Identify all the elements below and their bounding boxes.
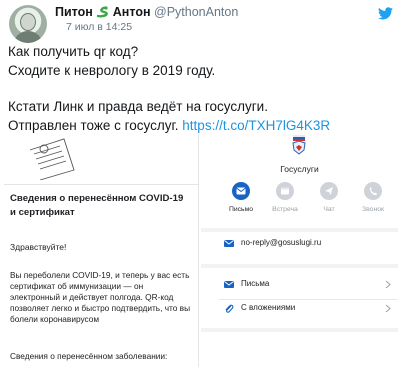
tweet-line-1: Как получить qr код? bbox=[8, 44, 139, 59]
action-meeting-button[interactable]: Встреча bbox=[265, 182, 305, 213]
section-separator bbox=[201, 228, 398, 232]
mail-app-pane: Госуслуги Письмо Встреча Чат Звонок no-r… bbox=[201, 134, 398, 367]
author-handle[interactable]: @PythonAnton bbox=[154, 5, 238, 19]
action-chat-button[interactable]: Чат bbox=[309, 182, 349, 213]
author-name[interactable]: Питон bbox=[55, 5, 93, 19]
email-address[interactable]: no-reply@gosuslugi.ru bbox=[241, 238, 321, 247]
section-separator bbox=[201, 328, 398, 332]
avatar-face bbox=[20, 13, 36, 31]
author-name-2[interactable]: Антон bbox=[113, 5, 151, 19]
calendar-icon bbox=[276, 182, 294, 200]
email-content-pane: Сведения о перенесённом COVID-19 и серти… bbox=[4, 134, 199, 367]
tweet-line-4-text: Отправлен тоже с госуслуг. bbox=[8, 117, 179, 133]
envelope-icon bbox=[232, 182, 250, 200]
action-chat-label: Чат bbox=[323, 206, 335, 213]
chat-icon bbox=[320, 182, 338, 200]
tweet-author-row: Питон Антон @PythonAnton bbox=[55, 5, 238, 19]
chevron-right-icon bbox=[385, 304, 391, 313]
gosuslugi-logo-icon bbox=[292, 141, 306, 155]
action-call-button[interactable]: Звонок bbox=[353, 182, 393, 213]
email-greeting: Здравствуйте! bbox=[10, 242, 67, 252]
email-footer: Сведения о перенесённом заболевании: bbox=[10, 351, 168, 361]
twitter-bird-icon[interactable] bbox=[378, 7, 393, 20]
tweet-line-2: Сходите к неврологу в 2019 году. bbox=[8, 62, 216, 78]
tweet-date[interactable]: 7 июл в 14:25 bbox=[66, 21, 132, 33]
email-address-row[interactable]: no-reply@gosuslugi.ru bbox=[201, 235, 398, 253]
tweet-link[interactable]: https://t.co/TXH7lG4K3R bbox=[182, 118, 330, 133]
tweet-media[interactable]: Сведения о перенесённом COVID-19 и серти… bbox=[4, 134, 398, 367]
letters-row[interactable]: Письма bbox=[201, 276, 398, 294]
attachments-row[interactable]: С вложениями bbox=[201, 300, 398, 318]
action-letter-button[interactable]: Письмо bbox=[221, 182, 261, 213]
chevron-right-icon bbox=[385, 280, 391, 289]
action-letter-label: Письмо bbox=[228, 206, 254, 213]
divider bbox=[4, 184, 199, 185]
envelope-icon bbox=[224, 240, 234, 247]
action-meeting-label: Встреча bbox=[272, 206, 298, 213]
avatar-shoulders bbox=[13, 31, 43, 43]
certificate-document-illustration bbox=[29, 138, 75, 180]
tweet-line-3: Кстати Линк и правда ведёт на госуслуги. bbox=[8, 99, 268, 114]
attachments-label: С вложениями bbox=[241, 303, 296, 312]
action-call-label: Звонок bbox=[362, 206, 384, 213]
envelope-icon bbox=[224, 281, 234, 288]
avatar[interactable] bbox=[9, 5, 47, 43]
phone-icon bbox=[364, 182, 382, 200]
contact-actions: Письмо Встреча Чат Звонок bbox=[221, 182, 391, 222]
letters-label: Письма bbox=[241, 279, 270, 288]
email-title: Сведения о перенесённом COVID-19 и серти… bbox=[10, 193, 184, 218]
email-body: Вы переболели COVID-19, и теперь у вас е… bbox=[10, 270, 191, 324]
snake-emoji-icon bbox=[97, 6, 109, 18]
section-separator bbox=[201, 264, 398, 268]
sender-name: Госуслуги bbox=[280, 164, 319, 174]
tweet-text: Как получить qr код? Сходите к неврологу… bbox=[8, 43, 396, 135]
tweet-line-4: Отправлен тоже с госуслуг. https://t.co/… bbox=[8, 117, 396, 136]
paperclip-icon bbox=[225, 304, 234, 313]
